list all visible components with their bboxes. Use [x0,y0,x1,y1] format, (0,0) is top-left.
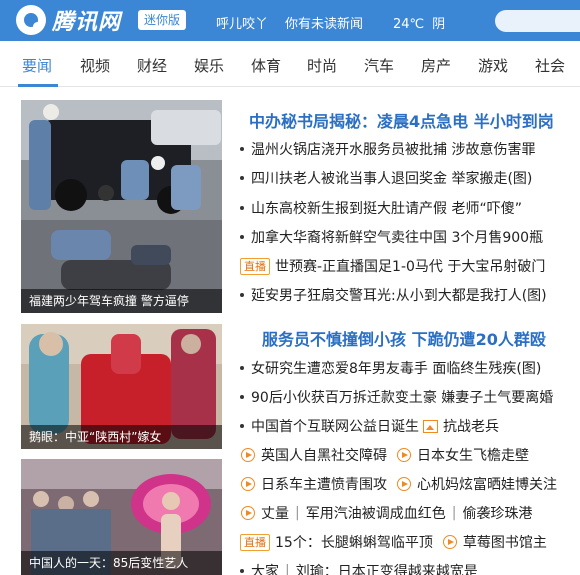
bullet-icon [240,235,244,239]
item-text-2: 抗战老兵 [443,419,499,435]
list-item[interactable]: 直播 世预赛-正直播国足1-0马代 于大宝吊射破门 [240,253,545,279]
play-icon [241,506,255,520]
news-photo-wedding[interactable]: 鹅眼：中亚“陕西村”嫁女 [21,324,222,449]
list-item[interactable]: 加拿大华裔将新鲜空气卖往中国 3个月售900瓶 [240,224,543,250]
list-item[interactable]: 中国首个互联网公益日诞生 抗战老兵 [240,413,499,439]
play-icon [241,448,255,462]
top-bar: 腾讯网 迷你版 呼儿咬丫 你有未读新闻 24℃ 阴 [0,0,580,41]
list-item[interactable]: 90后小伙获百万拆迁款变土豪 嫌妻子土气要离婚 [240,384,553,410]
bullet-icon [240,395,244,399]
headline-second[interactable]: 服务员不慎撞倒小孩 下跪仍遭20人群殴 [262,326,546,350]
nav-item-society[interactable]: 社会 [535,55,565,76]
item-text: 四川扶老人被讹当事人退回奖金 举家搬走(图) [251,171,533,187]
news-photo-performer[interactable]: 中国人的一天：85后变性艺人 [21,459,222,575]
play-icon [442,535,457,549]
bullet-icon [240,569,244,573]
weather-temp: 24℃ [393,17,425,32]
item-text: 温州火锅店浇开水服务员被批捕 涉故意伤害罪 [251,142,536,158]
nav-item-sports[interactable]: 体育 [251,55,281,76]
nav-item-news[interactable]: 要闻 [22,55,52,76]
item-text: 大家 [251,564,279,575]
nav-item-auto[interactable]: 汽车 [364,55,394,76]
list-item[interactable]: 四川扶老人被讹当事人退回奖金 举家搬走(图) [240,165,532,191]
bullet-icon [240,366,244,370]
divider: | [285,563,290,575]
list-item[interactable]: 丈量 | 军用汽油被调成血红色 | 偷袭珍珠港 [240,500,532,526]
bullet-icon [240,176,244,180]
list-item[interactable]: 英国人自黑社交障碍 日本女生飞檐走壁 [240,442,529,468]
mini-version-badge[interactable]: 迷你版 [138,10,187,30]
logo-text: 腾讯网 [52,10,122,35]
unread-news-link[interactable]: 你有未读新闻 [285,13,363,32]
news-photo-police[interactable]: 福建两少年驾车疯撞 警方逼停 [21,100,222,313]
bullet-icon [240,424,244,428]
nav-item-entertainment[interactable]: 娱乐 [194,55,224,76]
play-icon [397,477,411,491]
item-text: 英国人自黑社交障碍 [261,448,387,464]
image-caption: 福建两少年驾车疯撞 警方逼停 [21,289,222,313]
image-caption: 鹅眼：中亚“陕西村”嫁女 [21,425,222,449]
item-text: 90后小伙获百万拆迁款变土豪 嫌妻子土气要离婚 [251,390,554,406]
play-icon [241,477,255,491]
headline-main[interactable]: 中办秘书局揭秘：凌晨4点急电 半小时到岗 [249,108,554,132]
nav-item-finance[interactable]: 财经 [137,55,167,76]
user-greeting[interactable]: 呼儿咬丫 [216,13,268,32]
image-caption: 中国人的一天：85后变性艺人 [21,551,222,575]
item-text: 15个：长腿蝌蝌驾临平顶 [275,535,433,551]
item-text-2: 心机妈炫富晒娃博关注 [417,477,557,493]
channel-nav: 要闻 视频 财经 娱乐 体育 时尚 汽车 房产 游戏 社会 [0,41,580,87]
nav-item-video[interactable]: 视频 [80,55,110,76]
item-text: 延安男子狂扇交警耳光:从小到大都是我打人(图) [251,288,547,304]
live-badge: 直播 [240,533,270,551]
tencent-logo[interactable]: 腾讯网 [16,5,121,35]
item-text: 丈量 [261,506,289,522]
item-text: 女研究生遭恋爱8年男友毒手 面临终生残疾(图) [251,361,542,377]
play-icon [397,448,411,462]
list-item[interactable]: 日系车主遭愤青围攻 心机妈炫富晒娃博关注 [240,471,557,497]
live-badge: 直播 [240,257,270,275]
nav-item-house[interactable]: 房产 [421,55,451,76]
image-icon [423,419,438,433]
nav-item-fashion[interactable]: 时尚 [307,55,337,76]
bullet-icon [240,293,244,297]
item-text: 中国首个互联网公益日诞生 [251,419,419,435]
item-text: 山东高校新生报到挺大肚请产假 老师“吓傻” [251,201,522,217]
list-item[interactable]: 延安男子狂扇交警耳光:从小到大都是我打人(图) [240,282,547,308]
tencent-logo-icon [16,5,46,35]
list-item[interactable]: 温州火锅店浇开水服务员被批捕 涉故意伤害罪 [240,136,535,162]
item-text-2: 日本女生飞檐走壁 [417,448,529,464]
search-input[interactable] [495,10,580,32]
item-text: 加拿大华裔将新鲜空气卖往中国 3个月售900瓶 [251,230,544,246]
item-text-2: 偷袭珍珠港 [462,506,533,522]
list-item[interactable]: 女研究生遭恋爱8年男友毒手 面临终生残疾(图) [240,355,541,381]
item-text: 世预赛-正直播国足1-0马代 于大宝吊射破门 [275,259,546,275]
weather-condition: 阴 [432,17,446,32]
item-text-2: 草莓图书馆主 [462,535,547,551]
bullet-icon [240,206,244,210]
divider: | [451,505,457,521]
item-text-b: 刘瑜：日本正变得越来越宽是 [295,564,478,575]
active-tab-indicator [18,84,58,87]
bullet-icon [240,147,244,151]
item-text-b: 军用汽油被调成血红色 [305,506,446,522]
weather-widget[interactable]: 24℃ 阴 [393,13,445,32]
item-text: 日系车主遭愤青围攻 [261,477,387,493]
divider: | [295,505,300,521]
list-item[interactable]: 大家 | 刘瑜：日本正变得越来越宽是 [240,558,478,575]
list-item[interactable]: 山东高校新生报到挺大肚请产假 老师“吓傻” [240,195,522,221]
list-item[interactable]: 直播 15个：长腿蝌蝌驾临平顶 草莓图书馆主 [240,529,547,555]
nav-item-games[interactable]: 游戏 [478,55,508,76]
